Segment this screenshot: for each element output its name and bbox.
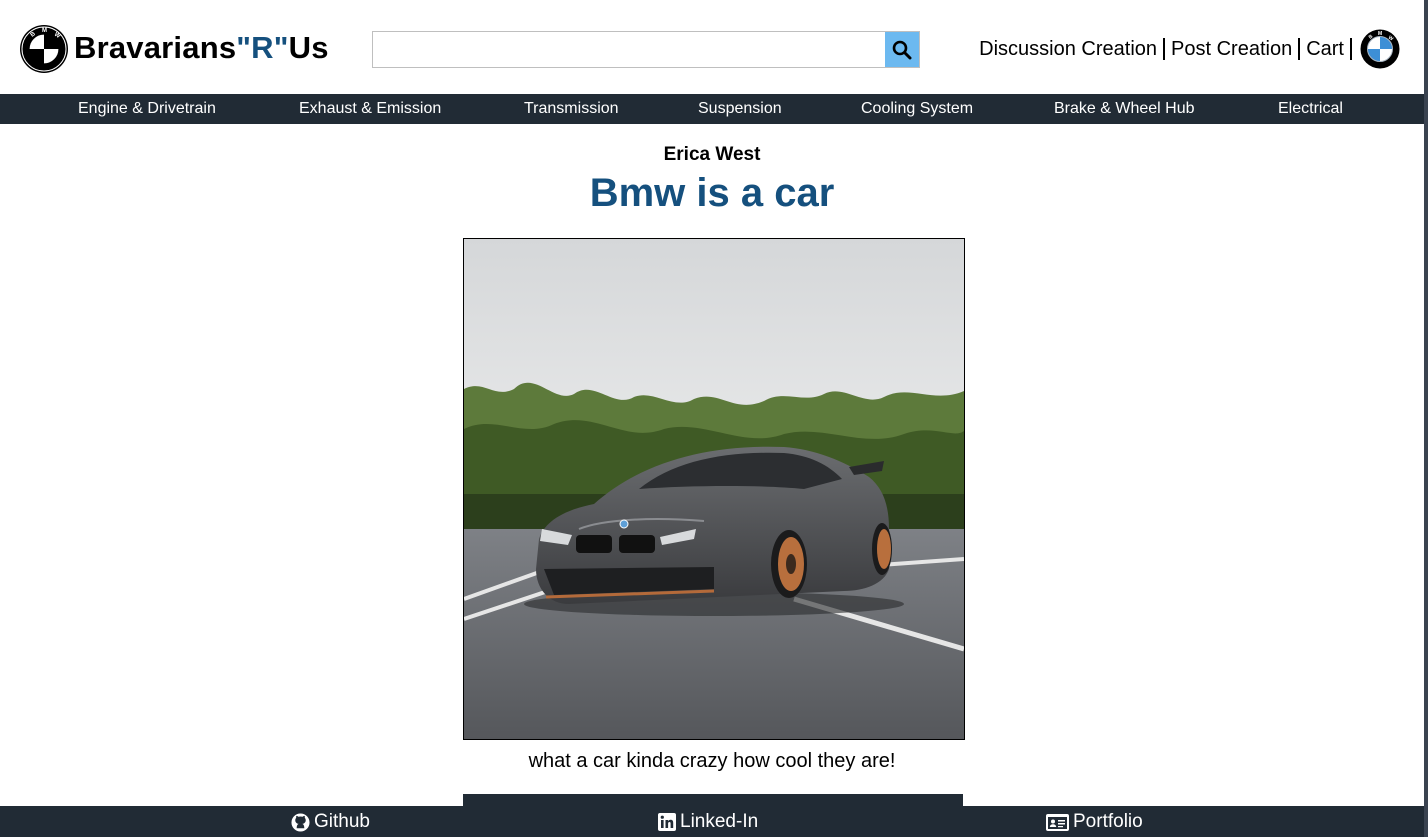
profile-bmw-icon[interactable]: B M W xyxy=(1360,29,1400,69)
search-input[interactable] xyxy=(373,32,886,67)
search-bar xyxy=(372,31,920,68)
portfolio-label: Portfolio xyxy=(1073,811,1143,832)
github-link[interactable]: Github xyxy=(291,811,370,833)
brand-accent: "R" xyxy=(236,30,289,65)
site-brand[interactable]: Bravarians"R"Us xyxy=(74,30,329,66)
category-nav: Engine & Drivetrain Exhaust & Emission T… xyxy=(0,94,1424,124)
portfolio-link[interactable]: Portfolio xyxy=(1046,811,1143,833)
category-transmission[interactable]: Transmission xyxy=(524,100,619,118)
post-creation-link[interactable]: Post Creation xyxy=(1171,38,1292,61)
discussion-creation-link[interactable]: Discussion Creation xyxy=(979,38,1157,61)
divider xyxy=(1163,38,1166,60)
linkedin-label: Linked-In xyxy=(680,811,759,832)
post-title: Bmw is a car xyxy=(589,171,835,215)
github-label: Github xyxy=(314,811,370,832)
category-suspension[interactable]: Suspension xyxy=(698,100,782,118)
svg-text:M: M xyxy=(42,28,47,34)
category-engine-drivetrain[interactable]: Engine & Drivetrain xyxy=(78,100,216,118)
window-edge xyxy=(1424,0,1428,837)
site-header: B M W Bravarians"R"Us Discussion Creatio… xyxy=(0,0,1424,94)
search-icon xyxy=(892,40,912,59)
post-image xyxy=(463,238,965,740)
post-author[interactable]: Erica West xyxy=(0,144,1424,166)
linkedin-link[interactable]: Linked-In xyxy=(658,811,758,833)
category-cooling-system[interactable]: Cooling System xyxy=(861,100,973,118)
search-button[interactable] xyxy=(885,32,919,67)
site-footer: Github Linked-In Portfolio xyxy=(0,806,1424,837)
category-exhaust-emission[interactable]: Exhaust & Emission xyxy=(299,100,441,118)
divider xyxy=(1350,38,1352,60)
brand-main: Bravarians xyxy=(74,30,237,65)
divider xyxy=(1298,38,1301,60)
github-icon xyxy=(291,812,310,832)
top-nav: Discussion Creation Post Creation Cart B… xyxy=(979,28,1400,70)
category-brake-wheel-hub[interactable]: Brake & Wheel Hub xyxy=(1054,100,1195,118)
cart-link[interactable]: Cart xyxy=(1306,38,1344,61)
linkedin-icon xyxy=(658,813,676,831)
category-electrical[interactable]: Electrical xyxy=(1278,100,1343,118)
brand-tail: Us xyxy=(288,30,329,65)
svg-text:M: M xyxy=(1378,31,1382,37)
post-caption: what a car kinda crazy how cool they are… xyxy=(528,750,896,772)
page: B M W Bravarians"R"Us Discussion Creatio… xyxy=(0,0,1428,837)
bmw-logo-icon[interactable]: B M W xyxy=(19,24,69,74)
id-card-icon xyxy=(1046,813,1069,831)
